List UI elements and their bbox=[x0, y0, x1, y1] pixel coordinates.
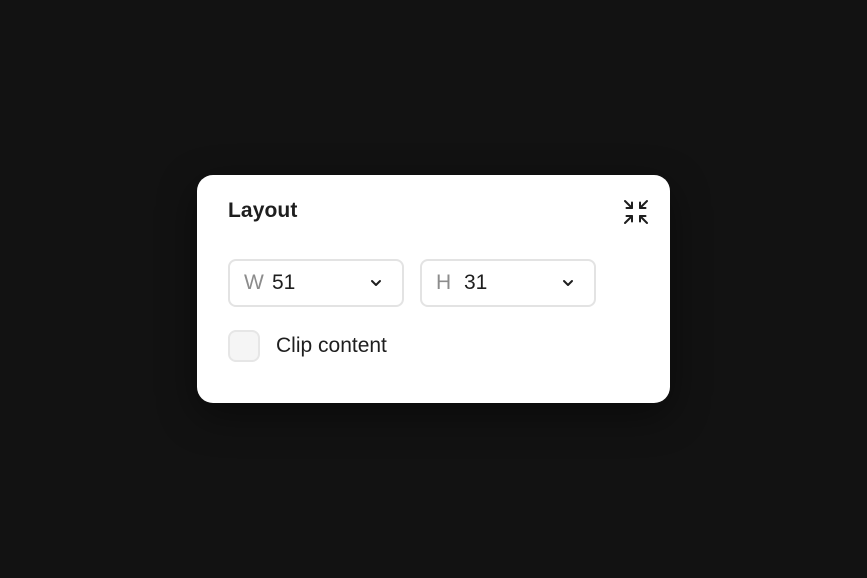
collapse-button[interactable] bbox=[621, 198, 651, 226]
chevron-down-icon bbox=[563, 280, 573, 286]
clip-content-label: Clip content bbox=[276, 334, 387, 357]
width-dropdown-button[interactable] bbox=[366, 273, 386, 293]
width-field[interactable]: W 51 bbox=[228, 259, 404, 307]
clip-content-option[interactable]: Clip content bbox=[228, 330, 387, 362]
layout-panel: Layout W 51 H 31 Clip content bbox=[197, 175, 670, 403]
width-prefix-label: W bbox=[244, 271, 264, 294]
chevron-down-icon bbox=[371, 280, 381, 286]
clip-content-checkbox[interactable] bbox=[228, 330, 260, 362]
width-value[interactable]: 51 bbox=[272, 271, 366, 295]
collapse-icon bbox=[624, 200, 648, 224]
height-prefix-label: H bbox=[436, 271, 452, 294]
height-field[interactable]: H 31 bbox=[420, 259, 596, 307]
height-dropdown-button[interactable] bbox=[558, 273, 578, 293]
panel-title: Layout bbox=[228, 199, 298, 222]
height-value[interactable]: 31 bbox=[464, 271, 558, 295]
